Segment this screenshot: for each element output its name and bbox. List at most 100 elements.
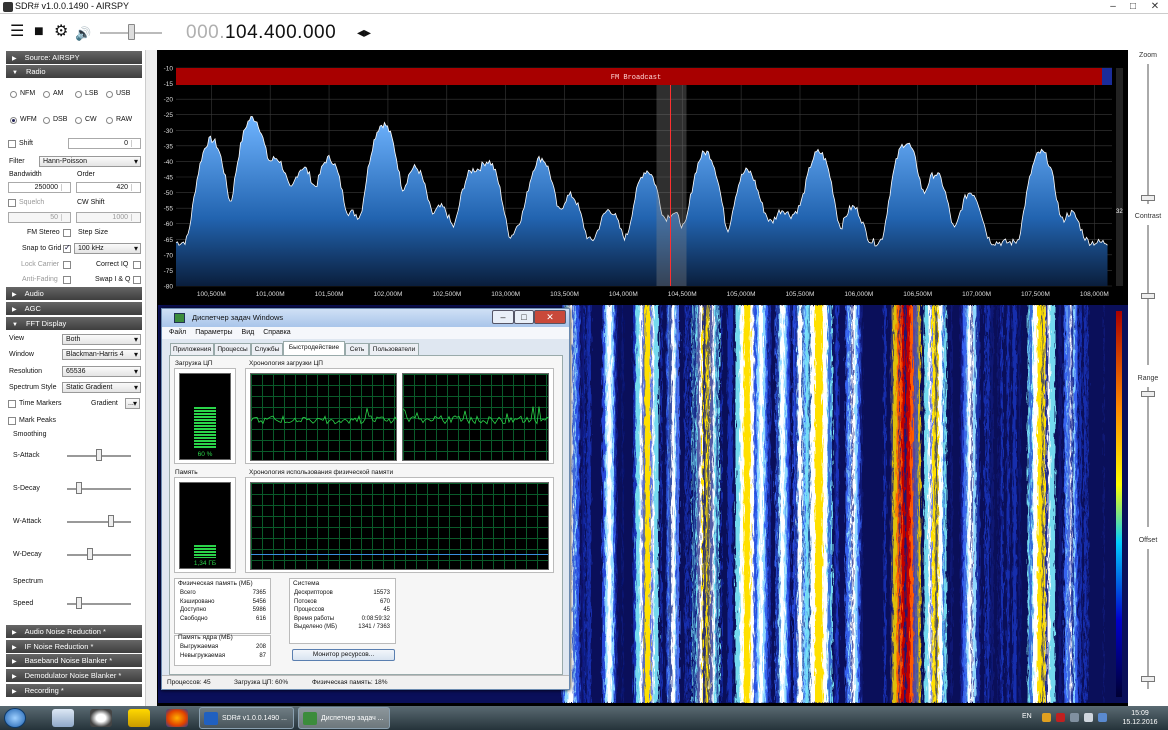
vfo-bandwidth-highlight[interactable] [656,85,687,286]
taskbar-sdrsharp[interactable]: SDR# v1.0.0.1490 ... [199,707,294,729]
shift-input[interactable]: 0 [68,138,141,149]
correct-iq-checkbox[interactable] [133,261,141,269]
language-indicator[interactable]: EN [1022,713,1032,720]
mark-peaks-checkbox[interactable] [8,417,16,425]
w-attack-track[interactable] [67,521,131,523]
section-baseband-noise-blanker[interactable]: Baseband Noise Blanker * [6,654,142,667]
tab-services[interactable]: Службы [251,343,283,355]
waterfall-noise-column [650,305,653,703]
tab-users[interactable]: Пользователи [369,343,419,355]
resolution-select[interactable]: 65536 [62,366,141,377]
menu-view[interactable]: Вид [242,329,255,336]
spectrum-style-select[interactable]: Static Gradient [62,382,141,393]
task-manager-window[interactable]: Диспетчер задач Windows – □ ✕ Файл Параме… [161,308,570,690]
notepad-icon[interactable] [52,709,74,727]
section-audio-noise-reduction[interactable]: Audio Noise Reduction * [6,625,142,638]
mode-lsb-radio[interactable] [75,91,82,98]
menu-file[interactable]: Файл [169,329,186,336]
task-manager-close-button[interactable]: ✕ [534,310,566,324]
stop-icon[interactable]: ■ [34,24,44,40]
mark-peaks-label: Mark Peaks [19,417,56,424]
mode-usb-radio[interactable] [106,91,113,98]
squelch-checkbox[interactable] [8,199,16,207]
tab-network[interactable]: Сеть [345,343,369,355]
order-input[interactable]: 420 [76,182,141,193]
speed-thumb[interactable] [76,597,82,609]
taskbar-task-manager[interactable]: Диспетчер задач ... [298,707,390,729]
network-icon[interactable] [1070,713,1079,722]
panel-scrollbar[interactable] [145,50,157,706]
window-select[interactable]: Blackman-Harris 4 [62,349,141,360]
task-manager-minimize-button[interactable]: – [492,310,514,324]
mode-wfm-radio[interactable] [10,117,17,124]
range-slider-thumb[interactable] [1141,391,1155,397]
zoom-slider-thumb[interactable] [1141,195,1155,201]
range-slider-track[interactable] [1147,387,1149,527]
w-decay-thumb[interactable] [87,548,93,560]
menu-icon[interactable]: ☰ [10,24,24,40]
squelch-input[interactable]: 50 [8,212,71,223]
mode-raw-radio[interactable] [106,117,113,124]
lock-carrier-checkbox[interactable] [63,261,71,269]
tab-performance[interactable]: Быстродействие [283,341,345,355]
spectrum-analyzer[interactable]: FM Broadcast -10 -15 -20 -25 -30 -35 -40 -45 -50… [158,50,1128,303]
frequency-display[interactable]: 000.104.400.000 [186,22,336,44]
section-audio[interactable]: Audio [6,287,142,300]
tray-app-icon[interactable] [1042,713,1051,722]
resource-monitor-button[interactable]: Монитор ресурсов... [292,649,395,661]
time-markers-checkbox[interactable] [8,400,16,408]
gradient-button[interactable]: ... [125,398,140,409]
section-radio[interactable]: Radio [6,65,142,78]
contrast-slider-thumb[interactable] [1141,293,1155,299]
batman-app-icon[interactable] [128,709,150,727]
offset-slider-track[interactable] [1147,549,1149,689]
tab-applications[interactable]: Приложения [170,343,214,355]
mode-nfm-radio[interactable] [10,91,17,98]
maximize-button[interactable]: □ [1124,0,1142,13]
alien-app-icon[interactable] [90,709,112,727]
speaker-icon[interactable]: 🔊 [75,26,91,42]
start-button[interactable] [4,708,26,728]
s-decay-thumb[interactable] [76,482,82,494]
gear-icon[interactable]: ⚙ [54,24,68,40]
frequency-value[interactable]: 104.400.000 [225,22,336,43]
tuning-arrows-icon[interactable]: ◂▸ [357,24,371,41]
minimize-button[interactable]: – [1104,0,1122,13]
section-source[interactable]: Source: AIRSPY [6,51,142,64]
menu-help[interactable]: Справка [263,329,290,336]
cw-shift-input[interactable]: 1000 [76,212,141,223]
firefox-icon[interactable] [166,709,188,727]
snap-to-grid-checkbox[interactable] [63,243,71,253]
w-decay-track[interactable] [67,554,131,556]
mode-dsb-radio[interactable] [43,117,50,124]
waterfall-noise-column [689,305,692,703]
section-if-noise-reduction[interactable]: IF Noise Reduction * [6,640,142,653]
volume-slider-thumb[interactable] [128,24,135,40]
offset-slider-thumb[interactable] [1141,676,1155,682]
tray-flag-icon[interactable] [1098,713,1107,722]
mode-am-radio[interactable] [43,91,50,98]
section-agc[interactable]: AGC [6,302,142,315]
tray-alert-icon[interactable] [1056,713,1065,722]
bandwidth-input[interactable]: 250000 [8,182,71,193]
step-size-select[interactable]: 100 kHz [74,243,141,254]
mode-cw-radio[interactable] [75,117,82,124]
s-attack-thumb[interactable] [96,449,102,461]
tab-processes[interactable]: Процессы [214,343,251,355]
taskbar-clock[interactable]: 15:09 15.12.2016 [1120,709,1160,727]
section-recording[interactable]: Recording * [6,684,142,697]
view-select[interactable]: Both [62,334,141,345]
shift-checkbox[interactable] [8,140,16,148]
section-fft-display[interactable]: FFT Display [6,317,142,330]
fm-stereo-checkbox[interactable] [63,229,71,237]
task-manager-maximize-button[interactable]: □ [514,310,534,324]
swap-iq-checkbox[interactable] [133,276,141,284]
filter-select[interactable]: Hann-Poisson [39,156,141,167]
section-demodulator-noise-blanker[interactable]: Demodulator Noise Blanker * [6,669,142,682]
zoom-slider-track[interactable] [1147,64,1149,204]
volume-icon[interactable] [1084,713,1093,722]
menu-options[interactable]: Параметры [195,329,232,336]
w-attack-thumb[interactable] [108,515,114,527]
anti-fading-checkbox[interactable] [63,276,71,284]
close-button[interactable]: ✕ [1146,0,1164,13]
